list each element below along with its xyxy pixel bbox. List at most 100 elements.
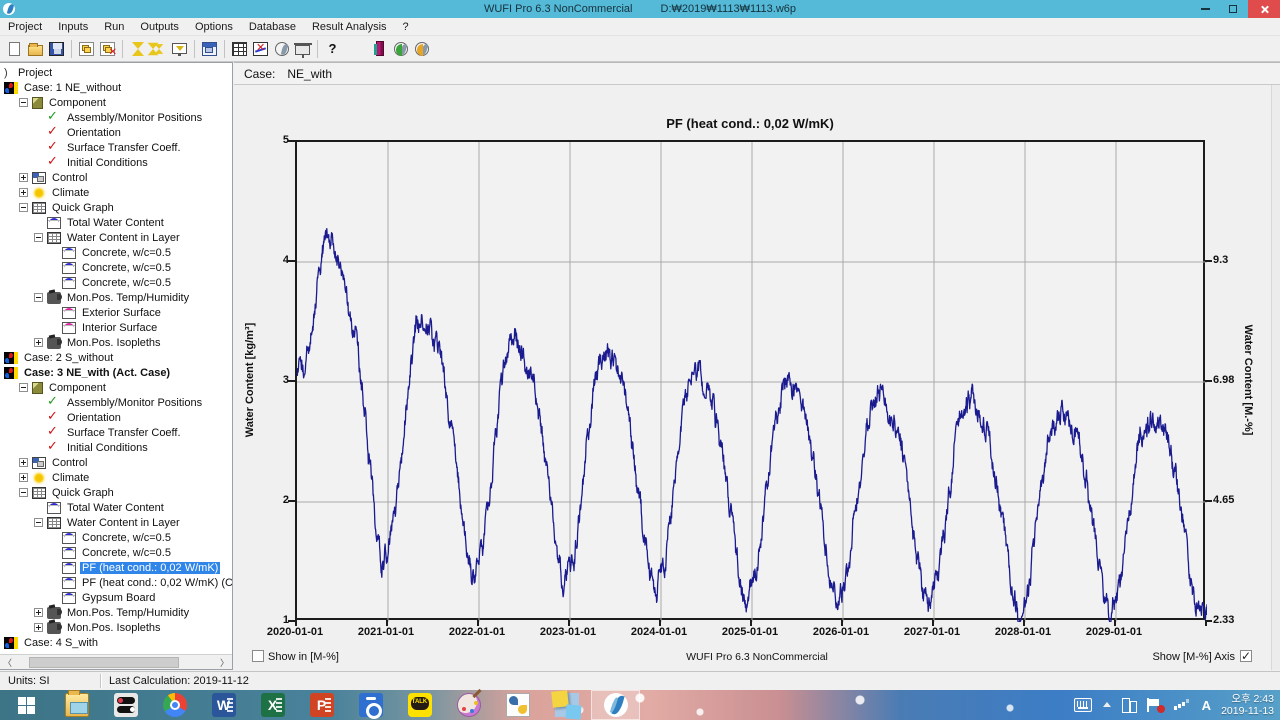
tree-item-exterior-surface[interactable]: Exterior Surface bbox=[0, 305, 232, 320]
run-with-film-icon[interactable] bbox=[170, 40, 189, 58]
scroll-thumb[interactable] bbox=[29, 657, 179, 668]
tree-item-gypsum-board[interactable]: Gypsum Board bbox=[0, 590, 232, 605]
tree-item-control[interactable]: Control bbox=[0, 455, 232, 470]
result-table-icon[interactable] bbox=[230, 40, 249, 58]
tree-item-case-2-s-without[interactable]: Case: 2 S_without bbox=[0, 350, 232, 365]
tree-item-concrete-w-c-0-5[interactable]: Concrete, w/c=0.5 bbox=[0, 530, 232, 545]
ime-language-indicator[interactable]: A bbox=[1202, 698, 1211, 713]
new-project-icon[interactable] bbox=[5, 40, 24, 58]
collapse-minus-icon[interactable] bbox=[34, 518, 43, 527]
sticky-notes-icon[interactable] bbox=[542, 690, 591, 720]
collapse-minus-icon[interactable] bbox=[19, 383, 28, 392]
chrome-icon[interactable] bbox=[150, 690, 199, 720]
tree-item-mon-pos-temp-humidity[interactable]: Mon.Pos. Temp/Humidity bbox=[0, 290, 232, 305]
menu-item-outputs[interactable]: Outputs bbox=[132, 19, 187, 35]
tree-item-pf-heat-cond-0-02-w-mk-cop[interactable]: PF (heat cond.: 0,02 W/mK) (Cop bbox=[0, 575, 232, 590]
tree-item-orientation[interactable]: ✓Orientation bbox=[0, 410, 232, 425]
delete-case-icon[interactable] bbox=[98, 40, 117, 58]
collapse-minus-icon[interactable] bbox=[34, 233, 43, 242]
tree-item-water-content-in-layer[interactable]: Water Content in Layer bbox=[0, 515, 232, 530]
tree-item-concrete-w-c-0-5[interactable]: Concrete, w/c=0.5 bbox=[0, 245, 232, 260]
copy-case-icon[interactable] bbox=[77, 40, 96, 58]
wufi-plus-orange-icon[interactable] bbox=[412, 40, 431, 58]
tree-item-quick-graph[interactable]: Quick Graph bbox=[0, 200, 232, 215]
tree-item-concrete-w-c-0-5[interactable]: Concrete, w/c=0.5 bbox=[0, 545, 232, 560]
tree-item-project[interactable]: Project bbox=[0, 65, 232, 80]
scroll-right-arrow[interactable]: 〉 bbox=[217, 655, 232, 669]
expand-plus-icon[interactable] bbox=[19, 173, 28, 182]
delete-results-icon[interactable] bbox=[251, 40, 270, 58]
expand-plus-icon[interactable] bbox=[34, 608, 43, 617]
action-center-flag-icon[interactable] bbox=[1146, 698, 1164, 712]
device-icon[interactable] bbox=[1122, 698, 1136, 712]
menu-item-inputs[interactable]: Inputs bbox=[50, 19, 96, 35]
tree-item-climate[interactable]: Climate bbox=[0, 185, 232, 200]
expand-plus-icon[interactable] bbox=[34, 338, 43, 347]
tree-item-total-water-content[interactable]: Total Water Content bbox=[0, 215, 232, 230]
menu-item-database[interactable]: Database bbox=[241, 19, 304, 35]
tree-item-mon-pos-isopleths[interactable]: Mon.Pos. Isopleths bbox=[0, 335, 232, 350]
run-calculation-icon[interactable] bbox=[128, 40, 147, 58]
tree-item-component[interactable]: Component bbox=[0, 95, 232, 110]
excel-icon[interactable]: X bbox=[248, 690, 297, 720]
tree-item-case-3-ne-with-act-case[interactable]: Case: 3 NE_with (Act. Case) bbox=[0, 365, 232, 380]
content-vertical-scrollbar[interactable] bbox=[1271, 85, 1280, 670]
status-dialog-icon[interactable] bbox=[200, 40, 219, 58]
expand-plus-icon[interactable] bbox=[34, 623, 43, 632]
show-film-icon[interactable] bbox=[293, 40, 312, 58]
help-icon[interactable]: ? bbox=[323, 40, 342, 58]
run-all-cases-icon[interactable] bbox=[149, 40, 168, 58]
expand-plus-icon[interactable] bbox=[19, 473, 28, 482]
tree-item-total-water-content[interactable]: Total Water Content bbox=[0, 500, 232, 515]
save-project-icon[interactable] bbox=[47, 40, 66, 58]
hancom-office-icon[interactable] bbox=[346, 690, 395, 720]
menu-item-project[interactable]: Project bbox=[0, 19, 50, 35]
material-database-icon[interactable] bbox=[370, 40, 389, 58]
touch-keyboard-icon[interactable] bbox=[1074, 698, 1092, 712]
word-icon[interactable]: W bbox=[199, 690, 248, 720]
scroll-left-arrow[interactable]: 〈 bbox=[0, 655, 15, 669]
tree-item-interior-surface[interactable]: Interior Surface bbox=[0, 320, 232, 335]
tree-horizontal-scrollbar[interactable]: 〈 〉 bbox=[0, 654, 232, 669]
menu-item-run[interactable]: Run bbox=[96, 19, 132, 35]
menu-item-options[interactable]: Options bbox=[187, 19, 241, 35]
tree-item-case-4-s-with[interactable]: Case: 4 S_with bbox=[0, 635, 232, 650]
title-bar[interactable]: WUFI Pro 6.3 NonCommercial D:₩2019₩1113₩… bbox=[0, 0, 1280, 18]
menu-item--[interactable]: ? bbox=[395, 19, 417, 35]
tree-item-assembly-monitor-positions[interactable]: ✓Assembly/Monitor Positions bbox=[0, 110, 232, 125]
tree-item-concrete-w-c-0-5[interactable]: Concrete, w/c=0.5 bbox=[0, 260, 232, 275]
tree-item-control[interactable]: Control bbox=[0, 170, 232, 185]
show-mpercent-axis-checkbox[interactable]: Show [M-%] Axis bbox=[1152, 650, 1252, 663]
collapse-minus-icon[interactable] bbox=[19, 98, 28, 107]
paint-icon[interactable] bbox=[444, 690, 493, 720]
tree-item-surface-transfer-coeff[interactable]: ✓Surface Transfer Coeff. bbox=[0, 425, 232, 440]
tree-item-component[interactable]: Component bbox=[0, 380, 232, 395]
start-button[interactable] bbox=[0, 690, 52, 720]
tree-item-pf-heat-cond-0-02-w-mk[interactable]: PF (heat cond.: 0,02 W/mK) bbox=[0, 560, 232, 575]
tree-item-assembly-monitor-positions[interactable]: ✓Assembly/Monitor Positions bbox=[0, 395, 232, 410]
checkbox-icon[interactable] bbox=[1240, 650, 1252, 662]
tree-item-mon-pos-temp-humidity[interactable]: Mon.Pos. Temp/Humidity bbox=[0, 605, 232, 620]
wufi-app-icon[interactable] bbox=[591, 690, 640, 720]
collapse-minus-icon[interactable] bbox=[19, 488, 28, 497]
taskbar-clock[interactable]: 오후 2:43 2019-11-13 bbox=[1221, 693, 1274, 717]
minimize-button[interactable] bbox=[1192, 0, 1218, 18]
open-project-icon[interactable] bbox=[26, 40, 45, 58]
restore-button[interactable] bbox=[1220, 0, 1246, 18]
tree-item-climate[interactable]: Climate bbox=[0, 470, 232, 485]
hidden-icons-chevron-icon[interactable] bbox=[1102, 698, 1112, 712]
tree-item-orientation[interactable]: ✓Orientation bbox=[0, 125, 232, 140]
tree-item-case-1-ne-without[interactable]: Case: 1 NE_without bbox=[0, 80, 232, 95]
expand-plus-icon[interactable] bbox=[19, 188, 28, 197]
tree-item-initial-conditions[interactable]: ✓Initial Conditions bbox=[0, 440, 232, 455]
file-explorer-icon[interactable] bbox=[52, 690, 101, 720]
tree-item-quick-graph[interactable]: Quick Graph bbox=[0, 485, 232, 500]
tree-item-mon-pos-isopleths[interactable]: Mon.Pos. Isopleths bbox=[0, 620, 232, 635]
toggle-app-icon[interactable] bbox=[101, 690, 150, 720]
tree-item-water-content-in-layer[interactable]: Water Content in Layer bbox=[0, 230, 232, 245]
network-signal-icon[interactable] bbox=[1174, 699, 1192, 711]
expand-plus-icon[interactable] bbox=[19, 458, 28, 467]
menu-item-result-analysis[interactable]: Result Analysis bbox=[304, 19, 395, 35]
python-notebook-icon[interactable] bbox=[493, 690, 542, 720]
collapse-minus-icon[interactable] bbox=[34, 293, 43, 302]
